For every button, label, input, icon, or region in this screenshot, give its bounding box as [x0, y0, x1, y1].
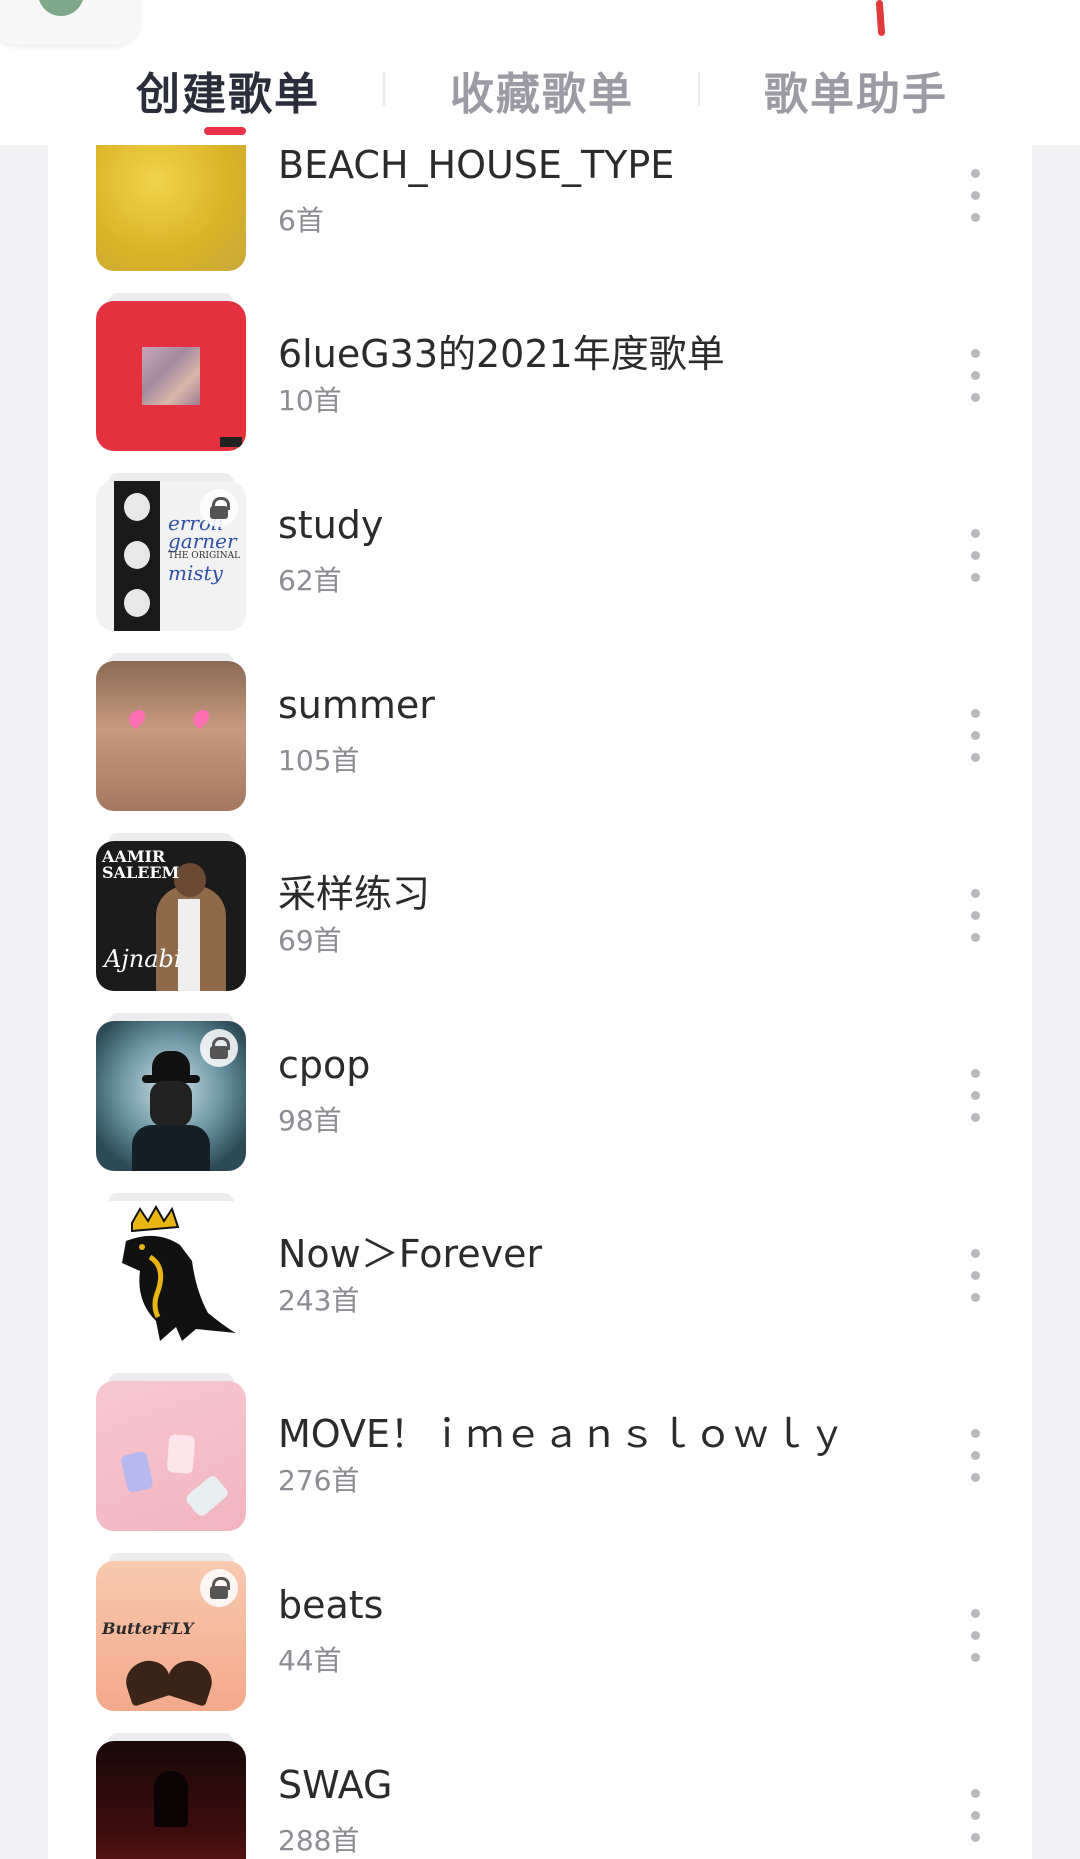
playlist-count: 62首 — [278, 564, 342, 597]
playlist-title: study — [278, 503, 384, 547]
playlist-cover — [96, 661, 246, 811]
playlist-cover: AAMIR SALEEM Ajnabi — [96, 841, 246, 991]
list-item[interactable]: SWAG 288首 — [48, 1733, 1032, 1859]
playlist-title: 6lueG33的2021年度歌单 — [278, 332, 725, 376]
playlist-count: 44首 — [278, 1644, 342, 1677]
more-options-icon[interactable] — [963, 1069, 987, 1125]
list-item[interactable]: AAMIR SALEEM Ajnabi 采样练习 69首 — [48, 833, 1032, 1021]
list-item[interactable]: erroll garner THE ORIGINAL misty study 6… — [48, 473, 1032, 661]
more-options-icon[interactable] — [963, 529, 987, 585]
playlist-list: BEACH_HOUSE_TYPE 6首 6lueG33的2021年度歌单 10首… — [48, 145, 1032, 1859]
playlist-cover — [96, 301, 246, 451]
cover-text: misty — [168, 561, 223, 585]
list-item[interactable]: Now＞Forever 243首 — [48, 1193, 1032, 1381]
more-options-icon[interactable] — [963, 349, 987, 405]
decorative-mark — [875, 0, 886, 37]
playlist-title: MOVE！ｉｍｅａｎｓｌｏｗｌｙ — [278, 1412, 847, 1456]
crowned-dinosaur-icon — [122, 1204, 236, 1341]
active-tab-indicator — [204, 127, 246, 135]
cover-text: ButterFLY — [102, 1619, 194, 1638]
lock-icon — [200, 489, 238, 527]
lock-icon — [200, 1029, 238, 1067]
cover-text: Ajnabi — [104, 945, 182, 973]
playlist-count: 288首 — [278, 1824, 360, 1857]
list-item[interactable]: summer 105首 — [48, 653, 1032, 841]
playlist-count: 105首 — [278, 744, 360, 777]
more-options-icon[interactable] — [963, 169, 987, 225]
avatar[interactable] — [0, 0, 140, 45]
playlist-count: 69首 — [278, 924, 342, 957]
more-options-icon[interactable] — [963, 1249, 987, 1305]
playlist-title: cpop — [278, 1043, 371, 1087]
playlist-cover — [96, 1381, 246, 1531]
playlist-title: BEACH_HOUSE_TYPE — [278, 145, 675, 187]
more-options-icon[interactable] — [963, 889, 987, 945]
playlist-title: beats — [278, 1583, 384, 1627]
tab-playlist-assistant[interactable]: 歌单助手 — [706, 60, 1006, 120]
playlist-cover: erroll garner THE ORIGINAL misty — [96, 481, 246, 631]
cover-text: garner — [168, 529, 237, 553]
playlist-count: 10首 — [278, 384, 342, 417]
tab-divider — [698, 72, 700, 106]
more-options-icon[interactable] — [963, 1789, 987, 1845]
playlist-count: 6首 — [278, 204, 324, 237]
list-item[interactable]: 6lueG33的2021年度歌单 10首 — [48, 293, 1032, 481]
tab-divider — [383, 72, 385, 106]
playlist-cover — [96, 1741, 246, 1859]
playlist-title: summer — [278, 683, 435, 727]
playlist-cover — [96, 1201, 246, 1351]
list-item[interactable]: cpop 98首 — [48, 1013, 1032, 1201]
top-tab-header: 创建歌单 收藏歌单 歌单助手 — [0, 0, 1080, 145]
more-options-icon[interactable] — [963, 1429, 987, 1485]
lock-icon — [200, 1569, 238, 1607]
more-options-icon[interactable] — [963, 1609, 987, 1665]
playlist-title: SWAG — [278, 1763, 393, 1807]
list-item[interactable]: MOVE！ｉｍｅａｎｓｌｏｗｌｙ 276首 — [48, 1373, 1032, 1561]
more-options-icon[interactable] — [963, 709, 987, 765]
cover-text: SALEEM — [102, 863, 180, 882]
tab-created-playlists[interactable]: 创建歌单 — [78, 60, 378, 120]
playlist-count: 276首 — [278, 1464, 360, 1497]
playlist-title: 采样练习 — [278, 872, 431, 916]
playlist-count: 98首 — [278, 1104, 342, 1137]
playlist-title: Now＞Forever — [278, 1232, 543, 1276]
playlist-count: 243首 — [278, 1284, 360, 1317]
playlist-cover — [96, 145, 246, 271]
list-item[interactable]: ButterFLY beats 44首 — [48, 1553, 1032, 1741]
playlist-cover: ButterFLY — [96, 1561, 246, 1711]
tab-collected-playlists[interactable]: 收藏歌单 — [392, 60, 692, 120]
list-item[interactable]: BEACH_HOUSE_TYPE 6首 — [48, 145, 1032, 301]
playlist-cover — [96, 1021, 246, 1171]
cover-text: THE ORIGINAL — [168, 551, 241, 561]
